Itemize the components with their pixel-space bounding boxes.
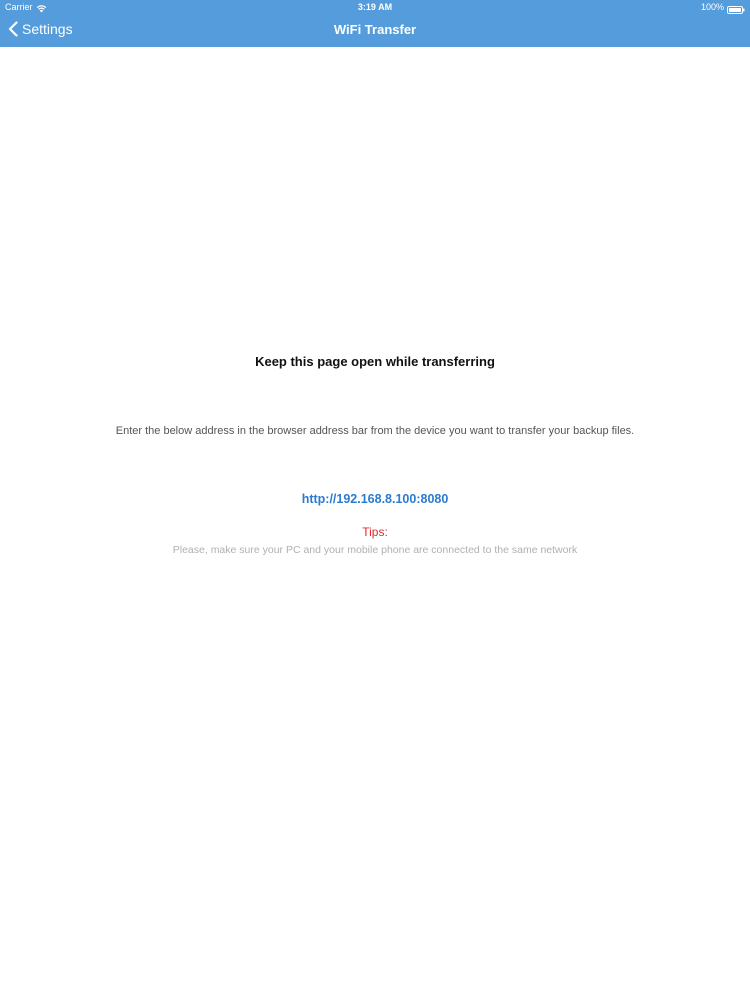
navigation-bar: Settings WiFi Transfer	[0, 15, 750, 47]
keep-open-heading: Keep this page open while transferring	[255, 354, 495, 369]
tips-text: Please, make sure your PC and your mobil…	[172, 544, 578, 556]
battery-percent: 100%	[700, 2, 724, 12]
status-time: 3:19 AM	[357, 2, 393, 12]
main-content: Keep this page open while transferring E…	[0, 47, 750, 1000]
page-title: WiFi Transfer	[333, 22, 417, 37]
battery-icon	[727, 4, 745, 14]
transfer-address-link[interactable]: http://192.168.8.100:8080	[0, 492, 750, 506]
instruction-text: Enter the below address in the browser a…	[115, 425, 635, 437]
top-bar: Carrier 3:19 AM 100% Settings WiFi Trans…	[0, 0, 750, 47]
status-bar: Carrier 3:19 AM 100%	[0, 0, 750, 15]
tips-label: Tips:	[362, 525, 388, 539]
wifi-transfer-screen: Carrier 3:19 AM 100% Settings WiFi Trans…	[0, 0, 750, 1000]
status-battery-group: 100%	[701, 0, 745, 15]
